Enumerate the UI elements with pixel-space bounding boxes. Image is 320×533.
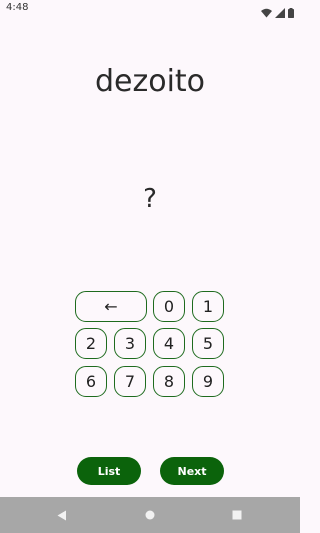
status-time: 4:48 (6, 2, 29, 13)
backspace-button[interactable]: ← (75, 291, 147, 322)
back-icon[interactable] (50, 497, 74, 533)
next-button[interactable]: Next (160, 457, 224, 485)
digit-6-button[interactable]: 6 (75, 366, 107, 397)
quiz-word: dezoito (94, 64, 206, 99)
status-bar: 4:48 (0, 0, 300, 18)
battery-icon (288, 3, 294, 22)
digit-0-button[interactable]: 0 (153, 291, 185, 322)
wifi-icon (261, 3, 272, 22)
digit-1-button[interactable]: 1 (192, 291, 224, 322)
navigation-bar (0, 497, 300, 533)
digit-5-button[interactable]: 5 (192, 328, 224, 359)
digit-3-button[interactable]: 3 (114, 328, 146, 359)
signal-icon (275, 3, 285, 22)
digit-4-button[interactable]: 4 (153, 328, 185, 359)
backspace-icon: ← (104, 297, 118, 316)
list-button[interactable]: List (77, 457, 141, 485)
recents-icon[interactable] (225, 497, 249, 533)
digit-7-button[interactable]: 7 (114, 366, 146, 397)
digit-8-button[interactable]: 8 (153, 366, 185, 397)
digit-9-button[interactable]: 9 (192, 366, 224, 397)
answer-display: ? (143, 184, 157, 214)
digit-2-button[interactable]: 2 (75, 328, 107, 359)
status-icons (261, 3, 294, 22)
home-icon[interactable] (138, 497, 162, 533)
